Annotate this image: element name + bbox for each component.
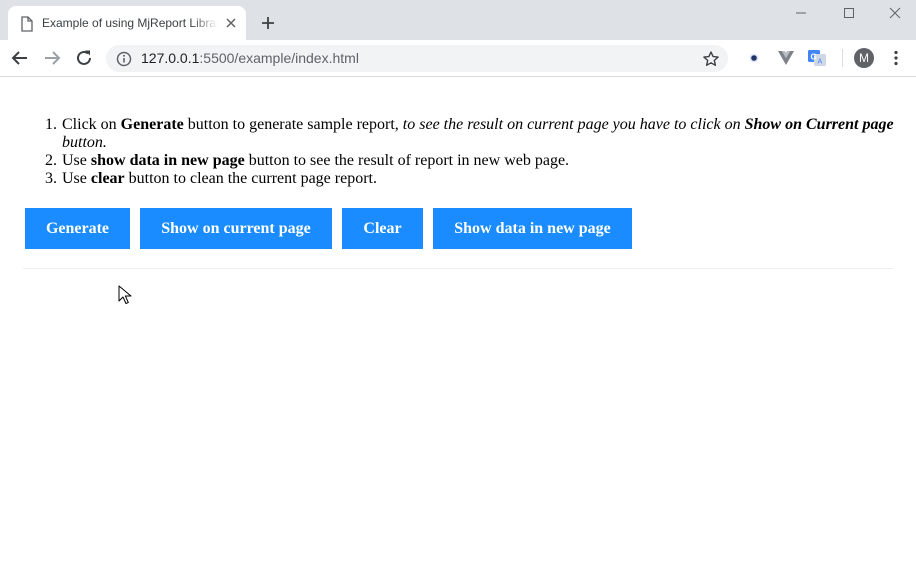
instruction-text: button to generate sample report, [183, 116, 403, 133]
instruction-text: Use [62, 170, 91, 187]
address-bar[interactable]: 127.0.0.1:5500/example/index.html [106, 45, 728, 72]
eye-extension-icon[interactable] [744, 49, 764, 67]
url-text: 127.0.0.1:5500/example/index.html [141, 50, 359, 67]
url-path: :5500/example/index.html [199, 50, 359, 66]
instruction-text: Use [62, 152, 91, 169]
list-item: 2. Use show data in new page button to s… [45, 152, 902, 170]
instruction-list: 1. Click on Generate button to generate … [45, 116, 902, 188]
browser-tab[interactable]: Example of using MjReport Library [8, 6, 246, 40]
instruction-emphasis: show data in new page [90, 152, 245, 169]
menu-dots-icon[interactable] [888, 49, 904, 67]
reload-icon[interactable] [73, 47, 97, 69]
profile-avatar[interactable]: M [854, 48, 874, 68]
instruction-text: button to clean the current page report. [124, 170, 377, 187]
translate-extension-icon[interactable]: GA [807, 49, 827, 67]
list-item: 3. Use clear button to clean the current… [45, 170, 902, 188]
instruction-note-text: to see the result on current page you ha… [402, 116, 745, 133]
list-number: 3. [45, 170, 57, 187]
list-item: 1. Click on Generate button to generate … [45, 116, 902, 152]
list-number: 1. [45, 116, 57, 133]
page-content: 1. Click on Generate button to generate … [0, 77, 916, 564]
back-arrow-icon[interactable] [8, 47, 32, 69]
plus-icon[interactable] [258, 13, 278, 33]
maximize-icon[interactable] [826, 0, 872, 28]
svg-text:A: A [818, 59, 823, 66]
page-icon [20, 16, 34, 32]
star-icon[interactable] [702, 50, 720, 73]
horizontal-divider [23, 268, 893, 269]
window-close-icon[interactable] [872, 0, 916, 28]
svg-text:G: G [811, 53, 817, 62]
instruction-emphasis: Generate [120, 116, 184, 133]
vue-extension-icon[interactable] [776, 49, 796, 67]
show-on-current-page-button[interactable]: Show on current page [140, 208, 332, 249]
clear-button[interactable]: Clear [342, 208, 423, 249]
close-icon[interactable] [224, 16, 238, 30]
list-number: 2. [45, 152, 57, 169]
forward-arrow-icon[interactable] [40, 47, 64, 69]
minimize-icon[interactable] [778, 0, 824, 28]
generate-button[interactable]: Generate [25, 208, 130, 249]
show-data-in-new-page-button[interactable]: Show data in new page [433, 208, 632, 249]
instruction-text: Click on [62, 116, 121, 133]
url-host: 127.0.0.1 [141, 50, 200, 66]
tab-title: Example of using MjReport Library [42, 15, 218, 31]
instruction-note-text: button. [62, 134, 107, 151]
mouse-cursor-icon [118, 285, 132, 310]
info-icon[interactable] [116, 51, 132, 72]
tab-strip: Example of using MjReport Library [0, 0, 916, 40]
instruction-emphasis: clear [90, 170, 125, 187]
instruction-text: button to see the result of report in ne… [244, 152, 570, 169]
browser-toolbar: 127.0.0.1:5500/example/index.html GA [0, 40, 916, 77]
toolbar-divider [842, 49, 843, 67]
instruction-note-emphasis: Show on Current page [744, 116, 894, 133]
